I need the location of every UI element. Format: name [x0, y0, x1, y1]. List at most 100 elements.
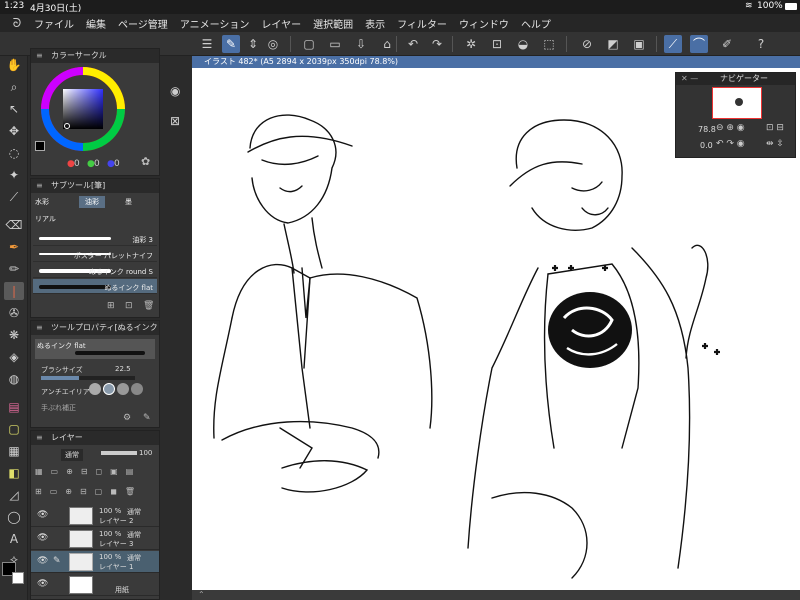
redo-icon[interactable]: ↷	[428, 35, 446, 53]
subtool-tab-watercolor[interactable]: 水彩	[35, 197, 49, 207]
aa-none-icon[interactable]	[89, 383, 101, 395]
menu-view[interactable]: 表示	[365, 16, 385, 31]
edit-tool-icon[interactable]: ✎	[222, 35, 240, 53]
chevron-updown-icon[interactable]: ⇕	[244, 35, 262, 53]
figure-icon[interactable]: ▢	[4, 420, 24, 438]
panel-menu-icon[interactable]: ≡	[36, 431, 43, 445]
navigator-toggle-icon[interactable]: ◉	[170, 84, 180, 98]
eraser-icon[interactable]: ⌫	[4, 216, 24, 234]
menu-help[interactable]: ヘルプ	[521, 16, 551, 31]
brush-item[interactable]: ぬるインク round S	[33, 263, 157, 278]
decoration-icon[interactable]: ❋	[4, 326, 24, 344]
panel-menu-icon[interactable]: ≡	[36, 49, 43, 63]
layer-row[interactable]: 👁 用紙	[31, 574, 159, 596]
pen-pressure-icon[interactable]: ✐	[718, 35, 736, 53]
pen-lock-icon[interactable]: ✎	[53, 556, 61, 566]
layer-property-icon[interactable]: ⊠	[170, 114, 180, 128]
aa-weak-icon[interactable]	[103, 383, 115, 395]
loading-icon[interactable]: ✲	[462, 35, 480, 53]
move-hand-icon[interactable]: ✋	[4, 56, 24, 74]
menu-animation[interactable]: アニメーション	[180, 16, 250, 31]
color-wheel[interactable]	[41, 67, 125, 151]
clear-icon[interactable]: ⊡	[488, 35, 506, 53]
aa-strong-icon[interactable]	[131, 383, 143, 395]
document-tab[interactable]: イラスト 482* (A5 2894 x 2039px 350dpi 78.8%…	[192, 56, 800, 68]
move-layer-icon[interactable]: ✥	[4, 122, 24, 140]
copy-subtool-icon[interactable]: ⊞	[107, 301, 115, 311]
aa-mid-icon[interactable]	[117, 383, 129, 395]
layer-actions-row-2[interactable]: ⊞▭⊕⊟▢◼🗑	[35, 487, 155, 497]
navigator-thumbnail[interactable]	[712, 87, 762, 119]
wrench-icon[interactable]: ✎	[143, 413, 151, 423]
open-folder-icon[interactable]: ▭	[326, 35, 344, 53]
hamburger-icon[interactable]: ☰	[198, 35, 216, 53]
airbrush-icon[interactable]: ✇	[4, 304, 24, 322]
menu-file[interactable]: ファイル	[34, 16, 74, 31]
blend-mode-select[interactable]: 通常	[61, 449, 83, 461]
eye-icon[interactable]: 👁	[37, 510, 48, 520]
ruler-snap-icon[interactable]: ⟋	[664, 35, 682, 53]
balloon-icon[interactable]: ◯	[4, 508, 24, 526]
current-color-swatch[interactable]	[35, 141, 45, 151]
flip-icon[interactable]: ⇹ ⇳	[766, 139, 784, 149]
new-file-icon[interactable]: ▢	[300, 35, 318, 53]
zoom-out-icon[interactable]: ⊖ ⊕ ◉	[716, 123, 745, 133]
save-icon[interactable]: ⇩	[352, 35, 370, 53]
pen-icon[interactable]: ✒	[4, 238, 24, 256]
stabilizer-icon[interactable]: ⌒	[690, 35, 708, 53]
help-icon[interactable]: ?	[752, 35, 770, 53]
chevron-up-icon[interactable]: ⌃	[198, 590, 205, 599]
operation-icon[interactable]: ↖	[4, 100, 24, 118]
gradient-icon[interactable]: ▤	[4, 398, 24, 416]
layer-row[interactable]: 👁 100 % 通常 レイヤー 2	[31, 505, 159, 527]
panel-menu-icon[interactable]: ≡	[36, 179, 43, 193]
eye-icon[interactable]: 👁	[37, 579, 48, 589]
brush-size-slider[interactable]	[41, 376, 135, 380]
lasso-icon[interactable]: ◌	[4, 144, 24, 162]
fit-screen-icon[interactable]: ⊡ ⊟	[766, 123, 784, 133]
eye-icon[interactable]: 👁	[37, 533, 48, 543]
magic-wand-icon[interactable]: ✦	[4, 166, 24, 184]
record-icon[interactable]: ◎	[264, 35, 282, 53]
export-icon[interactable]: ⌂	[378, 35, 396, 53]
opacity-slider[interactable]	[101, 451, 137, 455]
brush-item[interactable]: 油彩 3	[33, 231, 157, 246]
undo-icon[interactable]: ↶	[404, 35, 422, 53]
new-subtool-icon[interactable]: ⊡	[125, 301, 133, 311]
fill-icon[interactable]: ◒	[514, 35, 532, 53]
deselect-icon[interactable]: ⊘	[578, 35, 596, 53]
palette-settings-icon[interactable]: ✿	[141, 155, 150, 168]
subtool-tab-ink[interactable]: 墨	[125, 197, 132, 207]
frame-icon[interactable]: ▦	[4, 442, 24, 460]
zoom-value[interactable]: 78.8	[698, 125, 716, 134]
menu-page[interactable]: ページ管理	[118, 16, 168, 31]
menu-edit[interactable]: 編集	[86, 16, 106, 31]
invert-selection-icon[interactable]: ◩	[604, 35, 622, 53]
opacity-value[interactable]: 100	[139, 449, 152, 457]
sub-color-swatch[interactable]	[12, 572, 24, 584]
menu-window[interactable]: ウィンドウ	[459, 16, 509, 31]
fill-bucket-icon[interactable]: ◍	[4, 370, 24, 388]
brush-size-value[interactable]: 22.5	[115, 365, 131, 373]
brush-icon[interactable]: ❘	[4, 282, 24, 300]
crop-icon[interactable]: ▣	[630, 35, 648, 53]
text-icon[interactable]: A	[4, 530, 24, 548]
tool-settings-icon[interactable]: ⚙	[123, 413, 131, 423]
subtool-tab-oil[interactable]: 油彩	[79, 196, 105, 208]
rotation-value[interactable]: 0.0	[700, 141, 713, 150]
eyedropper-icon[interactable]: ⟋	[4, 188, 24, 206]
layer-row-selected[interactable]: 👁 ✎ 100 % 通常 レイヤー 1	[31, 551, 159, 573]
panel-menu-icon[interactable]: ≡	[36, 321, 43, 335]
shape-icon[interactable]: ◿	[4, 486, 24, 504]
layer-actions-row[interactable]: ▦▭⊕⊟◻▣▤	[35, 467, 155, 477]
transform-icon[interactable]: ⬚	[540, 35, 558, 53]
ruler-icon[interactable]: ◧	[4, 464, 24, 482]
pencil-icon[interactable]: ✏	[4, 260, 24, 278]
brush-item[interactable]: ポスター パレットナイフ	[33, 247, 157, 262]
brush-item[interactable]: ぬるインク flat	[33, 279, 157, 294]
rotate-left-icon[interactable]: ↶ ↷ ◉	[716, 139, 745, 149]
subtool-tab-real[interactable]: リアル	[35, 214, 56, 224]
menu-layer[interactable]: レイヤー	[261, 16, 301, 31]
delete-subtool-icon[interactable]: 🗑	[143, 301, 154, 311]
app-logo-icon[interactable]: ᘐ	[0, 16, 34, 31]
